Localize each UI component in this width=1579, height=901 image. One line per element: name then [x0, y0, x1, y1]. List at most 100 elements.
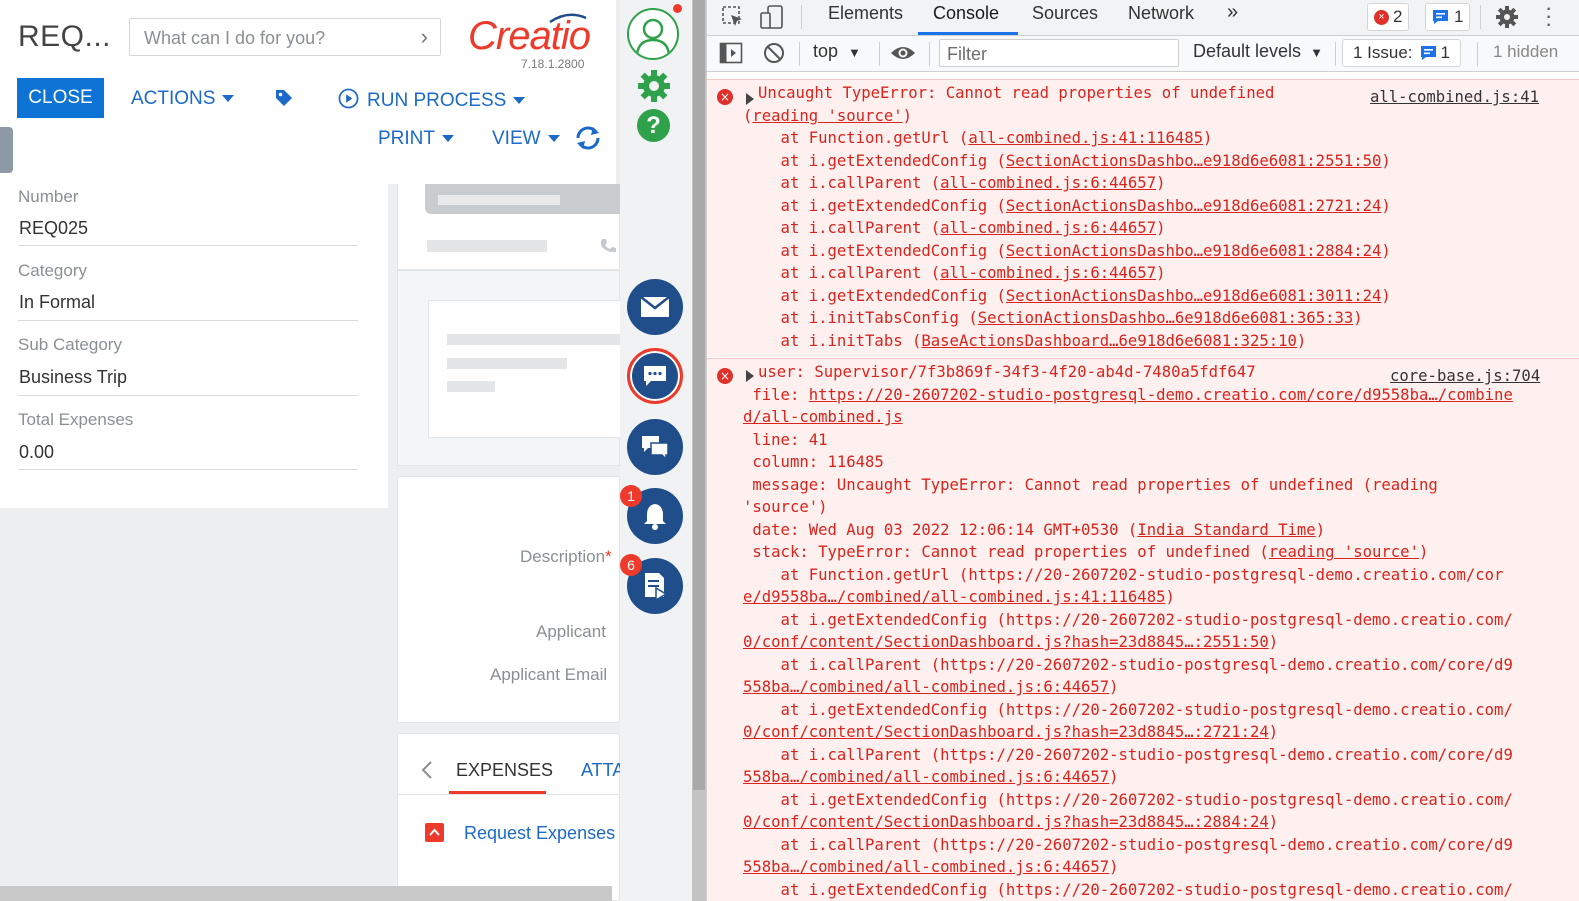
stack-frame-link[interactable]: 558ba…/combined/all-combined.js:6:44657: [743, 768, 1109, 786]
stack-frame-link[interactable]: SectionActionsDashbo…e918d6e6081:2884:24: [1006, 242, 1382, 260]
more-options-kebab-icon[interactable]: · · ·: [1545, 0, 1552, 35]
console-error-message[interactable]: × core-base.js:704 user: Supervisor/7f3b…: [707, 358, 1579, 901]
user-avatar[interactable]: [627, 8, 679, 60]
message-counter-button[interactable]: 1: [1425, 3, 1471, 31]
stack-frame-link[interactable]: all-combined.js:6:44657: [940, 264, 1156, 282]
stack-frame-link[interactable]: SectionActionsDashbo…e918d6e6081:3011:24: [1006, 287, 1382, 305]
stack-frame-link[interactable]: reading 'source': [1269, 543, 1419, 561]
feed-button[interactable]: [627, 419, 683, 475]
stack-frame-link[interactable]: 0/conf/content/SectionDashboard.js?hash=…: [743, 723, 1269, 741]
stack-frame-link[interactable]: all-combined.js:41:116485: [968, 129, 1203, 147]
request-expenses-detail-title[interactable]: Request Expenses: [464, 823, 615, 844]
tab-sources[interactable]: Sources: [1028, 3, 1102, 24]
devtools-panel: Elements Console Sources Network » × 2 1 …: [706, 0, 1579, 901]
app-version: 7.18.1.2800: [521, 57, 585, 71]
error-source-link[interactable]: all-combined.js:41: [1370, 86, 1539, 109]
process-count-badge: 6: [620, 554, 642, 576]
context-label: top: [813, 41, 839, 61]
collapse-icon[interactable]: [425, 823, 444, 842]
communication-panel: ? 1 6: [620, 0, 692, 901]
console-line: at Function.getUrl (https://20-2607202-s…: [743, 565, 1504, 584]
field-value-category[interactable]: In Formal: [19, 292, 95, 313]
caret-down-icon: [442, 135, 454, 143]
previous-message-remnant: [707, 73, 1579, 78]
scrollbar-thumb[interactable]: [693, 0, 705, 790]
stack-frame-link[interactable]: SectionActionsDashbo…e918d6e6081:2551:50: [1006, 152, 1382, 170]
inspect-element-icon[interactable]: [721, 5, 745, 34]
actions-menu-button[interactable]: ACTIONS: [131, 88, 235, 110]
console-line: at i.callParent (https://20-2607202-stud…: [743, 745, 1513, 764]
chat-button[interactable]: [627, 348, 683, 404]
tab-elements[interactable]: Elements: [824, 3, 907, 24]
console-filter-input[interactable]: Filter: [939, 39, 1179, 67]
stack-frame-link[interactable]: 558ba…/combined/all-combined.js:6:44657: [743, 858, 1109, 876]
tab-expenses[interactable]: EXPENSES: [456, 760, 553, 781]
view-menu-button[interactable]: VIEW: [492, 128, 560, 150]
log-levels-dropdown[interactable]: Default levels ▼: [1193, 41, 1323, 62]
more-tabs-button[interactable]: »: [1223, 1, 1242, 24]
stack-frame-link[interactable]: all-combined.js:6:44657: [940, 219, 1156, 237]
field-value-sub-category[interactable]: Business Trip: [19, 367, 127, 388]
stack-frame-link[interactable]: SectionActionsDashbo…6e918d6e6081:365:33: [978, 309, 1354, 327]
tab-attachments[interactable]: ATTA: [581, 760, 620, 781]
field-value-total-expenses[interactable]: 0.00: [19, 442, 54, 463]
console-line: at Function.getUrl (all-combined.js:41:1…: [743, 129, 1213, 147]
sidebar-toggle-handle[interactable]: [0, 127, 13, 173]
envelope-icon: [640, 296, 670, 317]
console-output[interactable]: × all-combined.js:41 Uncaught TypeError:…: [707, 73, 1579, 901]
field-value-number[interactable]: REQ025: [19, 218, 88, 239]
console-line: 558ba…/combined/all-combined.js:6:44657): [743, 858, 1119, 876]
chevron-left-icon[interactable]: [420, 760, 434, 785]
close-button[interactable]: CLOSE: [17, 78, 104, 118]
refresh-icon[interactable]: [573, 124, 603, 157]
stack-frame-link[interactable]: India Standard Time: [1137, 521, 1315, 539]
stack-frame-link[interactable]: e/d9558ba…/combined/all-combined.js:41:1…: [743, 588, 1165, 606]
help-icon[interactable]: ?: [637, 109, 670, 142]
command-search-input[interactable]: What can I do for you? ›: [129, 18, 441, 56]
stack-frame-link[interactable]: all-combined.js:6:44657: [940, 174, 1156, 192]
console-line: at i.getExtendedConfig (https://20-26072…: [743, 700, 1513, 719]
issues-button[interactable]: 1 Issue: 1: [1342, 39, 1462, 67]
expand-triangle-icon[interactable]: [746, 370, 754, 382]
logo-swoosh-icon: [549, 13, 587, 24]
console-error-message[interactable]: × all-combined.js:41 Uncaught TypeError:…: [707, 79, 1579, 357]
context-selector[interactable]: top ▼: [813, 41, 861, 62]
dashboard-placeholder-body: [397, 270, 620, 466]
caret-down-icon: [222, 95, 235, 103]
live-expression-eye-icon[interactable]: [890, 43, 916, 68]
chat-bubble-icon: [644, 366, 666, 386]
bell-icon: [644, 504, 666, 530]
tag-icon[interactable]: [273, 87, 295, 114]
horizontal-scrollbar[interactable]: [0, 886, 612, 901]
stack-frame-link[interactable]: d/all-combined.js: [743, 408, 903, 426]
play-circle-icon: [338, 88, 359, 109]
stack-frame-link[interactable]: 0/conf/content/SectionDashboard.js?hash=…: [743, 813, 1269, 831]
run-process-button[interactable]: RUN PROCESS: [338, 88, 526, 112]
sidebar-toggle-icon[interactable]: [719, 42, 743, 69]
issues-count: 1: [1440, 43, 1451, 62]
chevron-right-icon[interactable]: ›: [421, 24, 428, 50]
gear-icon[interactable]: [636, 68, 672, 109]
console-line: column: 116485: [743, 453, 884, 471]
settings-gear-icon[interactable]: [1495, 5, 1519, 34]
stack-frame-link[interactable]: reading 'source': [752, 107, 902, 125]
device-toolbar-icon[interactable]: [759, 4, 785, 35]
console-line: at i.callParent (all-combined.js:6:44657…: [743, 174, 1166, 192]
tab-console[interactable]: Console: [929, 3, 1003, 24]
stack-frame-link[interactable]: https://20-2607202-studio-postgresql-dem…: [809, 386, 1513, 404]
vertical-scrollbar[interactable]: [692, 0, 706, 901]
online-status-dot: [673, 4, 682, 13]
stack-frame-link[interactable]: 558ba…/combined/all-combined.js:6:44657: [743, 678, 1109, 696]
stack-frame-link[interactable]: SectionActionsDashbo…e918d6e6081:2721:24: [1006, 197, 1382, 215]
email-button[interactable]: [627, 279, 683, 335]
clear-console-icon[interactable]: [763, 42, 785, 69]
devtools-tab-bar: Elements Console Sources Network » × 2 1 …: [707, 0, 1579, 36]
required-mark: *: [605, 547, 612, 566]
expand-triangle-icon[interactable]: [746, 93, 754, 105]
print-menu-button[interactable]: PRINT: [378, 128, 454, 150]
error-counter-button[interactable]: × 2: [1367, 3, 1410, 31]
toolbar-separator: [801, 5, 802, 29]
stack-frame-link[interactable]: 0/conf/content/SectionDashboard.js?hash=…: [743, 633, 1269, 651]
tab-network[interactable]: Network: [1124, 3, 1198, 24]
stack-frame-link[interactable]: BaseActionsDashboard…6e918d6e6081:325:10: [921, 332, 1297, 350]
